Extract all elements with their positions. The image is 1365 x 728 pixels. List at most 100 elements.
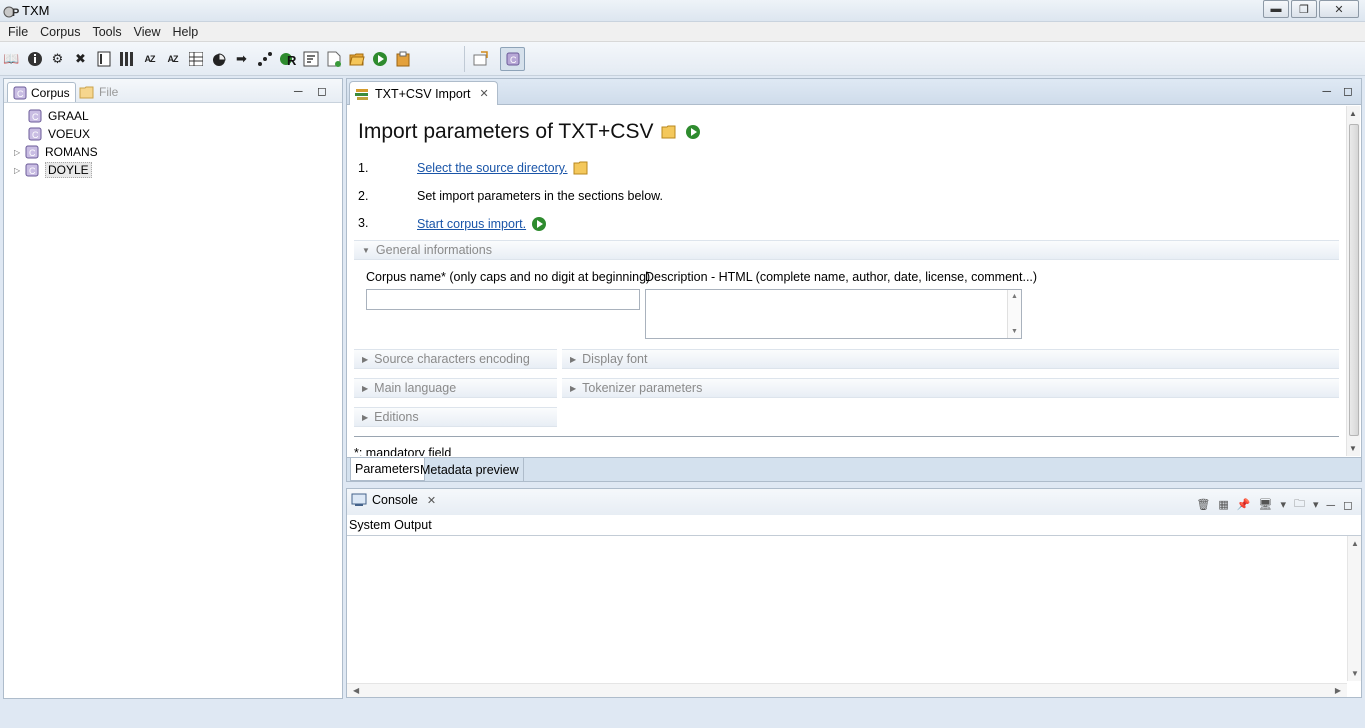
import-editor: TXT+CSV Import ✕ ─ ◻ Import parameters o…	[346, 78, 1362, 482]
minimize-console-icon[interactable]: ─	[1327, 498, 1336, 512]
select-source-directory-link[interactable]: Select the source directory.	[417, 161, 568, 175]
svg-text:C: C	[17, 89, 24, 99]
section-title: General informations	[375, 243, 492, 257]
mandatory-note: *: mandatory field	[354, 446, 452, 456]
minimize-view-icon[interactable]: ─	[294, 84, 303, 98]
start-corpus-import-link[interactable]: Start corpus import.	[417, 217, 526, 231]
corpus-perspective-icon: C	[506, 52, 519, 66]
corpus-perspective-button[interactable]: C	[500, 47, 525, 71]
run-icon[interactable]	[685, 124, 701, 140]
system-output-label: System Output	[349, 518, 432, 532]
section-title: Tokenizer parameters	[582, 381, 703, 395]
section-editions[interactable]: ▶ Editions	[354, 407, 557, 427]
az-icon[interactable]: AZ	[140, 50, 159, 67]
minimize-button[interactable]: ▬	[1263, 0, 1289, 18]
close-icon[interactable]: ✖	[71, 50, 90, 67]
corpus-icon: C	[25, 163, 39, 177]
corpus-name-input[interactable]	[366, 289, 640, 310]
new-file-icon[interactable]	[324, 50, 343, 67]
tab-txt-csv-import[interactable]: TXT+CSV Import ✕	[349, 81, 498, 105]
main-toolbar: 📖 ⚙ ✖ AZ AZ ➡ R C	[0, 42, 1365, 76]
section-title: Source characters encoding	[374, 352, 530, 366]
console-vertical-scrollbar[interactable]: ▲ ▼	[1347, 536, 1361, 681]
scroll-up-icon: ▲	[1011, 293, 1018, 300]
menu-tools[interactable]: Tools	[86, 25, 127, 39]
za-icon[interactable]: AZ	[163, 50, 182, 67]
console-output[interactable]: ▲ ▼ ◀ ▶	[347, 535, 1361, 697]
section-source-characters-encoding[interactable]: ▶ Source characters encoding	[354, 349, 557, 369]
scroll-lock-icon[interactable]: ▦	[1218, 498, 1228, 511]
pin-console-icon[interactable]: 📌	[1237, 498, 1251, 511]
menu-corpus[interactable]: Corpus	[34, 25, 86, 39]
tab-metadata-preview[interactable]: Metadata preview	[416, 458, 524, 481]
tree-item-graal[interactable]: C GRAAL	[17, 107, 89, 125]
maximize-view-icon[interactable]: ◻	[317, 84, 327, 98]
expand-triangle-icon: ▶	[362, 412, 369, 422]
expand-arrow-icon[interactable]: ▷	[14, 166, 24, 175]
display-console-icon[interactable]: 🖥	[1258, 498, 1272, 511]
open-perspective-icon[interactable]	[472, 50, 490, 68]
chevron-down-icon[interactable]: ▾	[1280, 498, 1286, 511]
tab-parameters[interactable]: Parameters	[350, 458, 425, 481]
corpus-icon: C	[13, 86, 27, 99]
expand-triangle-icon: ▶	[570, 383, 577, 393]
minimize-editor-icon[interactable]: ─	[1323, 84, 1332, 98]
pie-icon[interactable]	[209, 50, 228, 67]
menu-file[interactable]: File	[2, 25, 34, 39]
editor-vertical-scrollbar[interactable]: ▲ ▼	[1346, 106, 1360, 456]
arrows-icon[interactable]: ➡	[232, 50, 251, 67]
maximize-editor-icon[interactable]: ◻	[1343, 84, 1353, 98]
close-window-button[interactable]: ✕	[1319, 0, 1359, 18]
chevron-down-icon[interactable]: ▾	[1313, 498, 1319, 511]
open-book-icon[interactable]: 📖	[2, 50, 21, 67]
tree-item-voeux[interactable]: C VOEUX	[17, 125, 90, 143]
section-display-font[interactable]: ▶ Display font	[562, 349, 1339, 369]
description-textarea[interactable]: ▲ ▼	[645, 289, 1022, 339]
info-icon[interactable]	[25, 50, 44, 67]
toolbar-separator	[464, 46, 465, 72]
console-horizontal-scrollbar[interactable]: ◀ ▶	[347, 683, 1347, 697]
menu-help[interactable]: Help	[167, 25, 205, 39]
scroll-thumb[interactable]	[1349, 124, 1359, 436]
gear-icon[interactable]: ⚙	[48, 50, 67, 67]
close-tab-icon[interactable]: ✕	[427, 494, 436, 507]
section-general-informations[interactable]: ▼ General informations	[354, 240, 1339, 260]
scroll-down-icon: ▼	[1011, 328, 1018, 335]
page-title: Import parameters of TXT+CSV	[358, 120, 654, 143]
restore-button[interactable]: ❐	[1291, 0, 1317, 18]
open-console-icon[interactable]: 🗀	[1294, 495, 1305, 514]
run-icon[interactable]	[370, 50, 389, 67]
r-icon[interactable]: R	[278, 50, 297, 67]
menu-view[interactable]: View	[128, 25, 167, 39]
scatter-icon[interactable]	[255, 50, 274, 67]
expand-triangle-icon: ▶	[362, 354, 369, 364]
sort-icon[interactable]	[301, 50, 320, 67]
svg-text:C: C	[29, 148, 36, 158]
folder-open-icon[interactable]	[347, 50, 366, 67]
tree-item-romans[interactable]: ▷ C ROMANS	[14, 143, 98, 161]
clipboard-icon[interactable]	[393, 50, 412, 67]
tab-corpus[interactable]: C Corpus	[7, 82, 76, 102]
console-icon	[351, 493, 367, 506]
folder-icon[interactable]	[661, 125, 677, 139]
tab-file[interactable]: File	[79, 82, 118, 102]
expand-arrow-icon[interactable]: ▷	[14, 148, 24, 157]
columns-icon[interactable]	[117, 50, 136, 67]
text-icon[interactable]	[94, 50, 113, 67]
tree-item-doyle[interactable]: ▷ C DOYLE	[14, 161, 92, 179]
run-icon[interactable]	[531, 216, 547, 232]
clear-console-icon[interactable]: 🗑	[1196, 498, 1210, 511]
tab-console[interactable]: Console ✕	[351, 493, 436, 507]
tab-console-label: Console	[372, 493, 418, 507]
tree-item-label: VOEUX	[48, 127, 91, 141]
section-main-language[interactable]: ▶ Main language	[354, 378, 557, 398]
table-icon[interactable]	[186, 50, 205, 67]
textarea-scrollbar[interactable]: ▲ ▼	[1007, 290, 1021, 338]
scroll-up-icon: ▲	[1349, 109, 1357, 118]
section-tokenizer-parameters[interactable]: ▶ Tokenizer parameters	[562, 378, 1339, 398]
divider	[354, 436, 1339, 437]
maximize-console-icon[interactable]: ◻	[1343, 498, 1353, 512]
corpus-name-label: Corpus name* (only caps and no digit at …	[366, 270, 651, 284]
close-tab-icon[interactable]: ✕	[480, 87, 489, 100]
folder-icon[interactable]	[573, 161, 589, 175]
